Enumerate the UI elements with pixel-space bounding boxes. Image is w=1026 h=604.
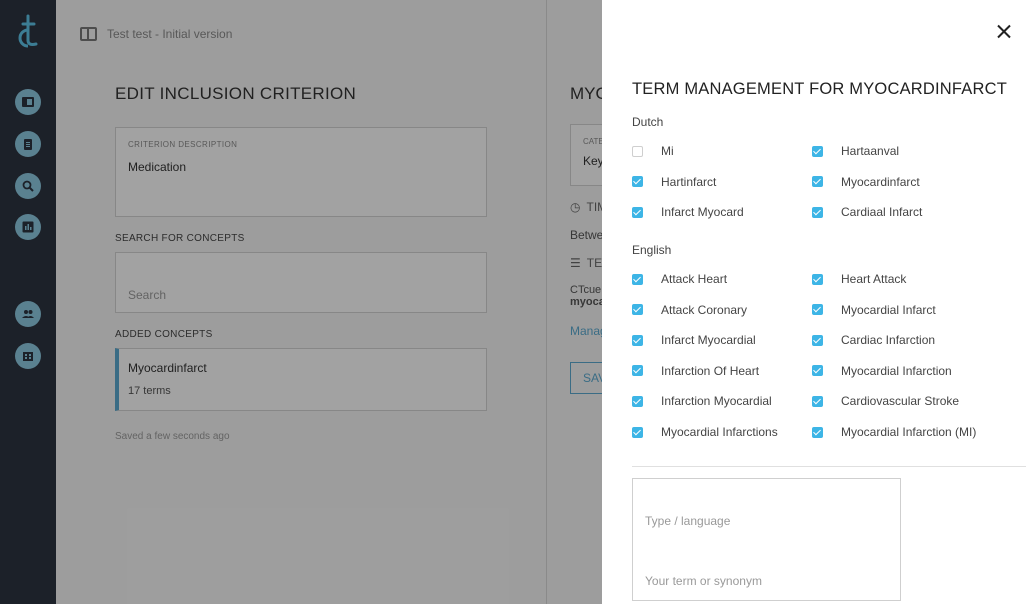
checkbox-checked-icon[interactable] (812, 304, 823, 316)
term-checkbox-item[interactable]: Attack Coronary (632, 303, 747, 317)
checkbox-checked-icon[interactable] (632, 426, 643, 438)
term-label: Cardiaal Infarct (841, 205, 923, 220)
checkbox-checked-icon[interactable] (812, 176, 823, 188)
term-label: Infarct Myocardial (661, 333, 756, 348)
term-label: Cardiovascular Stroke (841, 394, 960, 409)
checkbox-checked-icon[interactable] (812, 426, 823, 438)
term-checkbox-item[interactable]: Cardiovascular Stroke (812, 394, 959, 408)
term-checkbox-item[interactable]: Cardiaal Infarct (812, 205, 922, 219)
checkbox-checked-icon[interactable] (632, 395, 643, 407)
term-label: Mi (661, 144, 674, 158)
term-checkbox-item[interactable]: Attack Heart (632, 272, 727, 286)
term-checkbox-item[interactable]: Infarction Myocardial (632, 394, 772, 408)
term-label: Attack Coronary (661, 302, 748, 317)
term-label: Myocardinfarct (841, 174, 920, 189)
term-checkbox-item[interactable]: Infarct Myocard (632, 205, 744, 219)
term-label: Heart Attack (841, 272, 907, 286)
term-label: Cardiac Infarction (841, 333, 936, 348)
term-checkbox-item[interactable]: Hartinfarct (632, 175, 716, 189)
term-label: Hartinfarct (661, 174, 717, 189)
modal-backdrop[interactable] (0, 0, 602, 604)
term-label: Myocardial Infarction (MI) (841, 425, 977, 439)
term-label: Infarction Myocardial (661, 394, 772, 409)
checkbox-checked-icon[interactable] (632, 304, 643, 316)
term-checkbox-item[interactable]: Myocardial Infarct (812, 303, 936, 317)
type-language-input[interactable]: Type / language (632, 478, 901, 540)
term-checkbox-item[interactable]: Infarction Of Heart (632, 364, 759, 378)
dutch-heading: Dutch (632, 115, 664, 129)
term-label: Myocardial Infarctions (661, 425, 778, 439)
checkbox-checked-icon[interactable] (632, 176, 643, 188)
term-checkbox-item[interactable]: Infarct Myocardial (632, 333, 756, 347)
term-label: Myocardial Infarction (841, 363, 952, 378)
term-label: Hartaanval (841, 144, 900, 158)
checkbox-unchecked-icon[interactable] (632, 145, 643, 157)
term-checkbox-item[interactable]: Hartaanval (812, 144, 899, 158)
term-management-drawer: TERM MANAGEMENT FOR MYOCARDINFARCT Dutch… (602, 0, 1026, 604)
term-checkbox-item[interactable]: Cardiac Infarction (812, 333, 935, 347)
checkbox-checked-icon[interactable] (812, 206, 823, 218)
term-checkbox-item[interactable]: Myocardinfarct (812, 175, 920, 189)
close-icon[interactable] (996, 24, 1012, 40)
drawer-title: TERM MANAGEMENT FOR MYOCARDINFARCT (632, 80, 1008, 98)
term-checkbox-item[interactable]: Heart Attack (812, 272, 906, 286)
checkbox-checked-icon[interactable] (812, 365, 823, 377)
checkbox-checked-icon[interactable] (632, 206, 643, 218)
checkbox-checked-icon[interactable] (812, 273, 823, 285)
checkbox-checked-icon[interactable] (812, 145, 823, 157)
term-checkbox-item[interactable]: Mi (632, 144, 674, 158)
english-heading: English (632, 243, 672, 257)
term-label: Myocardial Infarct (841, 302, 936, 317)
term-synonym-input[interactable]: Your term or synonym (632, 539, 901, 601)
checkbox-checked-icon[interactable] (632, 334, 643, 346)
term-label: Infarct Myocard (661, 205, 744, 220)
checkbox-checked-icon[interactable] (632, 273, 643, 285)
term-checkbox-item[interactable]: Myocardial Infarctions (632, 425, 778, 439)
divider (632, 466, 1026, 467)
checkbox-checked-icon[interactable] (812, 334, 823, 346)
checkbox-checked-icon[interactable] (632, 365, 643, 377)
term-checkbox-item[interactable]: Myocardial Infarction (MI) (812, 425, 976, 439)
checkbox-checked-icon[interactable] (812, 395, 823, 407)
term-label: Attack Heart (661, 272, 728, 286)
term-checkbox-item[interactable]: Myocardial Infarction (812, 364, 952, 378)
term-label: Infarction Of Heart (661, 363, 760, 378)
